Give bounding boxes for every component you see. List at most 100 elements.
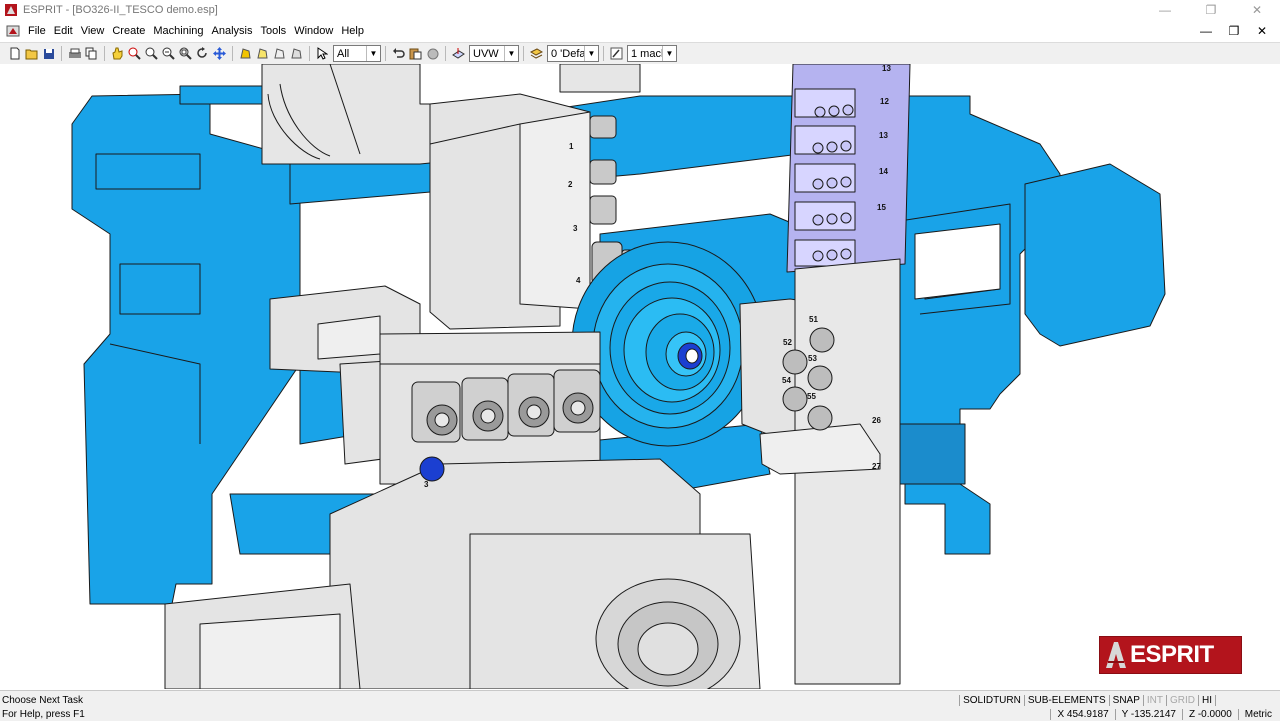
workplane-select[interactable]: UVW ▼ [469,45,519,62]
units-indicator: Metric [1237,708,1278,720]
print-button[interactable] [67,46,82,61]
turret-label-3: 3 [573,224,578,233]
menu-bar: File Edit View Create Machining Analysis… [0,21,1280,41]
graphics-viewport[interactable]: 1 2 3 4 13 12 13 14 15 51 52 53 54 55 26… [0,64,1280,689]
undo-button[interactable] [391,46,406,61]
turret-block [429,93,591,330]
menu-window[interactable]: Window [290,25,337,37]
save-button[interactable] [41,46,56,61]
doc-close-button[interactable]: ✕ [1248,22,1276,40]
block-label-54: 54 [782,376,791,385]
block-label-55: 55 [807,392,816,401]
menu-analysis[interactable]: Analysis [208,25,257,37]
record-icon [427,48,438,59]
record-button[interactable] [425,46,440,61]
menu-tools[interactable]: Tools [257,25,291,37]
toolbar-separator [309,46,310,61]
move-button[interactable] [212,46,227,61]
wireframe-button[interactable] [272,46,287,61]
layer-button[interactable] [529,46,544,61]
zoom-out-icon [162,47,175,60]
menu-view[interactable]: View [77,25,109,37]
title-bar: ESPRIT - [BO326-II_TESCO demo.esp] — ❐ ✕ [0,0,1280,20]
doc-minimize-button[interactable]: — [1192,22,1220,40]
solidturn-indicator[interactable]: SOLIDTURN [959,694,1024,706]
printer-icon [68,48,81,58]
menu-create[interactable]: Create [108,25,149,37]
esprit-logo: ESPRIT [1099,636,1242,674]
zoom-window-icon [145,47,158,60]
selection-filter-value: All [337,47,350,60]
machine-model[interactable] [0,64,1280,689]
zoom-fit-button[interactable] [178,46,193,61]
document-icon[interactable] [6,24,20,38]
grid-indicator[interactable]: GRID [1166,694,1198,706]
close-icon: ✕ [1251,3,1263,17]
silhouette-button[interactable] [289,46,304,61]
zoom-window-button[interactable] [144,46,159,61]
block-label-51: 51 [809,315,818,324]
spindle-label: 3 [424,480,429,489]
selection-filter-select[interactable]: All ▼ [333,45,381,62]
chevron-down-icon: ▼ [366,46,380,61]
machine-value: 1 machi [631,47,662,60]
rack-label-13: 13 [879,131,888,140]
doc-restore-icon: ❐ [1228,24,1240,38]
workplane-button[interactable] [451,46,466,61]
minimize-button[interactable]: — [1142,0,1188,20]
rotate-button[interactable] [195,46,210,61]
spindle-marker [419,456,445,482]
snap-indicator[interactable]: SNAP [1108,694,1143,706]
new-file-icon [10,47,19,60]
restore-button[interactable]: ❐ [1188,0,1234,20]
wireframe-icon [274,48,285,59]
pan-button[interactable] [110,46,125,61]
zoom-fit-icon [179,47,192,60]
layer-value: 0 'Defau [551,47,584,60]
layer-select[interactable]: 0 'Defau ▼ [547,45,599,62]
turret-label-2: 2 [568,180,573,189]
cursor-arrow-icon [317,47,328,60]
window-title: ESPRIT - [BO326-II_TESCO demo.esp] [23,4,218,16]
undo-icon [393,47,405,58]
silhouette-icon [291,48,302,59]
int-indicator[interactable]: INT [1142,694,1166,706]
select-button[interactable] [315,46,330,61]
menu-machining[interactable]: Machining [149,25,207,37]
machine-select[interactable]: 1 machi ▼ [627,45,677,62]
restore-icon: ❐ [1205,3,1217,17]
hi-indicator[interactable]: HI [1198,694,1215,706]
toolbar-separator [232,46,233,61]
toolbar-separator [445,46,446,61]
toolbar-separator [104,46,105,61]
zoom-out-button[interactable] [161,46,176,61]
copy-button[interactable] [84,46,99,61]
doc-close-icon: ✕ [1256,24,1268,38]
copy-icon [85,47,97,60]
block-label-52: 52 [783,338,792,347]
chevron-down-icon: ▼ [662,46,676,61]
rack-label-14: 14 [879,167,888,176]
rack-label-12: 12 [880,97,889,106]
close-button[interactable]: ✕ [1234,0,1280,20]
shaded-button[interactable] [238,46,253,61]
hidden-line-button[interactable] [255,46,270,61]
menu-edit[interactable]: Edit [50,25,77,37]
save-icon [43,48,54,59]
new-file-button[interactable] [7,46,22,61]
block-label-26: 26 [872,416,881,425]
y-coordinate: Y -135.2147 [1114,708,1182,720]
status-help: For Help, press F1 [2,708,85,720]
doc-restore-button[interactable]: ❐ [1220,22,1248,40]
minimize-icon: — [1159,3,1171,17]
zoom-in-button[interactable] [127,46,142,61]
sub-elements-indicator[interactable]: SUB-ELEMENTS [1023,694,1109,706]
open-file-button[interactable] [24,46,39,61]
workplane-icon [452,48,465,59]
menu-file[interactable]: File [24,25,50,37]
paste-button[interactable] [408,46,423,61]
machine-setup-button[interactable] [609,46,624,61]
menu-help[interactable]: Help [337,25,368,37]
sub-spindle-chuck [571,241,765,447]
zoom-in-icon [128,47,141,60]
